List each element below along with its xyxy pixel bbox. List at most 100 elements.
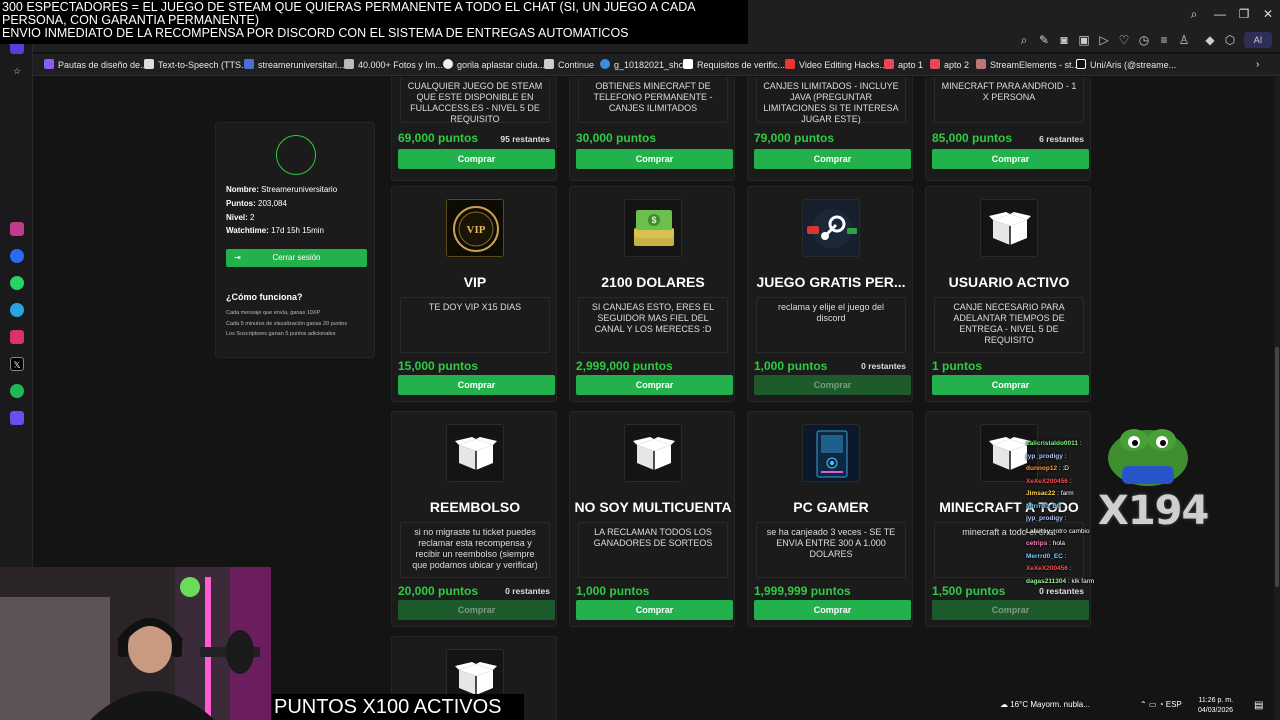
edit-icon[interactable]: ✎ [1036, 32, 1052, 48]
notification-icon[interactable]: ▤ [1254, 700, 1263, 711]
zoom-icon[interactable]: ⌕ [1016, 32, 1032, 48]
chat-message: jyp_prodigy : [1026, 453, 1067, 460]
bookmark-item[interactable]: gorila aplastar ciuda... [443, 58, 545, 72]
reward-title: VIP [463, 274, 487, 290]
svg-text:$: $ [651, 215, 656, 225]
bookmark-item[interactable]: Pautas de diseño de... [44, 58, 148, 72]
bookmark-icon [144, 59, 154, 69]
close-icon[interactable]: ✕ [1260, 6, 1276, 22]
chat-message: dunnop12 : :D [1026, 465, 1069, 472]
buy-button[interactable]: Comprar [754, 600, 911, 620]
bookmark-item[interactable]: StreamElements - st... [976, 58, 1079, 72]
image-icon[interactable]: ▣ [1076, 32, 1092, 48]
bookmark-item[interactable]: g_10182021_shcc [600, 58, 688, 72]
camera-icon[interactable]: ◙ [1056, 32, 1072, 48]
buy-button[interactable]: Comprar [398, 149, 555, 169]
buy-button[interactable]: Comprar [576, 375, 733, 395]
reward-card: CANJES ILIMITADOS - INCLUYE JAVA (PREGUN… [747, 77, 913, 181]
bookmarks-bar: Pautas de diseño de... Text-to-Speech (T… [0, 54, 1280, 76]
history-icon[interactable]: ◷ [1136, 32, 1152, 48]
scrollbar-thumb[interactable] [1275, 347, 1279, 587]
star-icon[interactable]: ☆ [10, 64, 24, 78]
x-icon[interactable]: 𝕏 [10, 357, 24, 371]
ai-button[interactable]: AI [1244, 32, 1272, 48]
google-icon [443, 59, 453, 69]
chat-message: XeXeX200456 : [1026, 478, 1072, 485]
buy-button[interactable]: Comprar [932, 375, 1089, 395]
minimize-icon[interactable]: — [1212, 6, 1228, 22]
buy-button[interactable]: Comprar [576, 600, 733, 620]
bookmark-label: apto 2 [944, 60, 970, 70]
reward-card-money: $ 2100 DOLARES SI CANJEAS ESTO, ERES EL … [569, 186, 735, 402]
reward-title: PC GAMER [793, 499, 869, 515]
profile-points: Puntos: 203,084 [226, 199, 287, 208]
buy-button[interactable]: Comprar [754, 375, 911, 395]
weather-widget[interactable]: ☁ 16°C Mayorm. nubla... [1000, 700, 1090, 709]
cube-icon[interactable]: ⬡ [1222, 32, 1238, 48]
chat-message: Merrrd0_EC : [1026, 553, 1067, 560]
reward-title: JUEGO GRATIS PER... [756, 274, 906, 290]
box-icon [624, 424, 682, 482]
buy-button[interactable]: Comprar [932, 149, 1089, 169]
messenger-icon[interactable] [10, 249, 24, 263]
bookmark-label: Video Editing Hacks... [799, 60, 887, 70]
bookmark-item[interactable]: Requisitos de verific... [683, 58, 785, 72]
reward-price: 15,000 puntos [398, 359, 479, 373]
chat-message: Jimsac22 : farm [1026, 490, 1074, 497]
system-tray[interactable]: ⌃ ▭ ◔ ESP [1140, 700, 1182, 709]
menu-icon[interactable]: ≡ [1156, 32, 1172, 48]
buy-button[interactable]: Comprar [398, 600, 555, 620]
how-it-works-line: Los Suscriptores ganan 5 puntos adiciona… [226, 331, 336, 337]
buy-button[interactable]: Comprar [932, 600, 1089, 620]
extension-icon[interactable]: ◆ [1202, 32, 1218, 48]
reward-price: 69,000 puntos [398, 131, 479, 145]
bookmark-icon [44, 59, 54, 69]
play-icon[interactable]: ▷ [1096, 32, 1112, 48]
scrollbar[interactable] [1274, 77, 1280, 720]
bookmark-label: StreamElements - st... [990, 60, 1080, 70]
airbnb-icon [930, 59, 940, 69]
bookmark-item[interactable]: streameruniversitari... [244, 58, 345, 72]
telegram-icon[interactable] [10, 303, 24, 317]
bookmark-item[interactable]: 40.000+ Fotos y Im... [344, 58, 443, 72]
chat-message: calicristaldo0011 : [1026, 440, 1082, 447]
bookmark-item[interactable]: apto 2 [930, 58, 969, 72]
reward-stock: 0 restantes [505, 586, 550, 596]
bookmarks-more-icon[interactable]: › [1256, 58, 1259, 72]
bookmark-item[interactable]: apto 1 [884, 58, 923, 72]
airbnb-icon [884, 59, 894, 69]
reward-title: 2100 DOLARES [601, 274, 705, 290]
reward-card: CUALQUIER JUEGO DE STEAM QUE ESTE DISPON… [391, 77, 557, 181]
profile-icon[interactable]: ♙ [1176, 32, 1192, 48]
bookmark-label: g_10182021_shcc [614, 60, 688, 70]
buy-button[interactable]: Comprar [398, 375, 555, 395]
instagram-icon[interactable] [10, 330, 24, 344]
reward-card-refund: REEMBOLSO si no migraste tu ticket puede… [391, 411, 557, 627]
buy-button[interactable]: Comprar [754, 149, 911, 169]
reward-description: CUALQUIER JUEGO DE STEAM QUE ESTE DISPON… [400, 77, 550, 124]
bookmark-item[interactable]: Continue [544, 58, 594, 72]
spotify-icon[interactable] [10, 384, 24, 398]
buy-button[interactable]: Comprar [576, 149, 733, 169]
reward-card: OBTIENES MINECRAFT DE TELEFONO PERMANENT… [569, 77, 735, 181]
bookmark-item[interactable]: Uni/Aris (@streame... [1076, 58, 1176, 72]
maximize-icon[interactable]: ❐ [1236, 6, 1252, 22]
sidebar-app-icon[interactable] [10, 222, 24, 236]
reward-price: 1 puntos [932, 359, 982, 373]
taskbar-clock[interactable]: 11:26 p. m. 04/03/2026 [1198, 696, 1233, 716]
bookmark-item[interactable]: Video Editing Hacks... [785, 58, 887, 72]
reward-stock: 0 restantes [861, 361, 906, 371]
vip-icon: VIP [446, 199, 504, 257]
reward-stock: 95 restantes [500, 134, 550, 144]
bookmark-icon [244, 59, 254, 69]
logout-button[interactable]: ⇥ Cerrar sesión [226, 249, 367, 267]
how-it-works-title: ¿Cómo funciona? [226, 292, 303, 302]
reward-card: MINECRAFT PARA ANDROID - 1 X PERSONA 85,… [925, 77, 1091, 181]
whatsapp-icon[interactable] [10, 276, 24, 290]
bookmark-item[interactable]: Text-to-Speech (TTS... [144, 58, 249, 72]
overlay-line: 300 ESPECTADORES = EL JUEGO DE STEAM QUE… [2, 0, 695, 27]
sidebar-app-icon[interactable] [10, 411, 24, 425]
search-icon[interactable]: ⌕ [1186, 6, 1202, 22]
heart-icon[interactable]: ♡ [1116, 32, 1132, 48]
chat-message: Lalaitsy : otro cambio [1026, 528, 1090, 535]
